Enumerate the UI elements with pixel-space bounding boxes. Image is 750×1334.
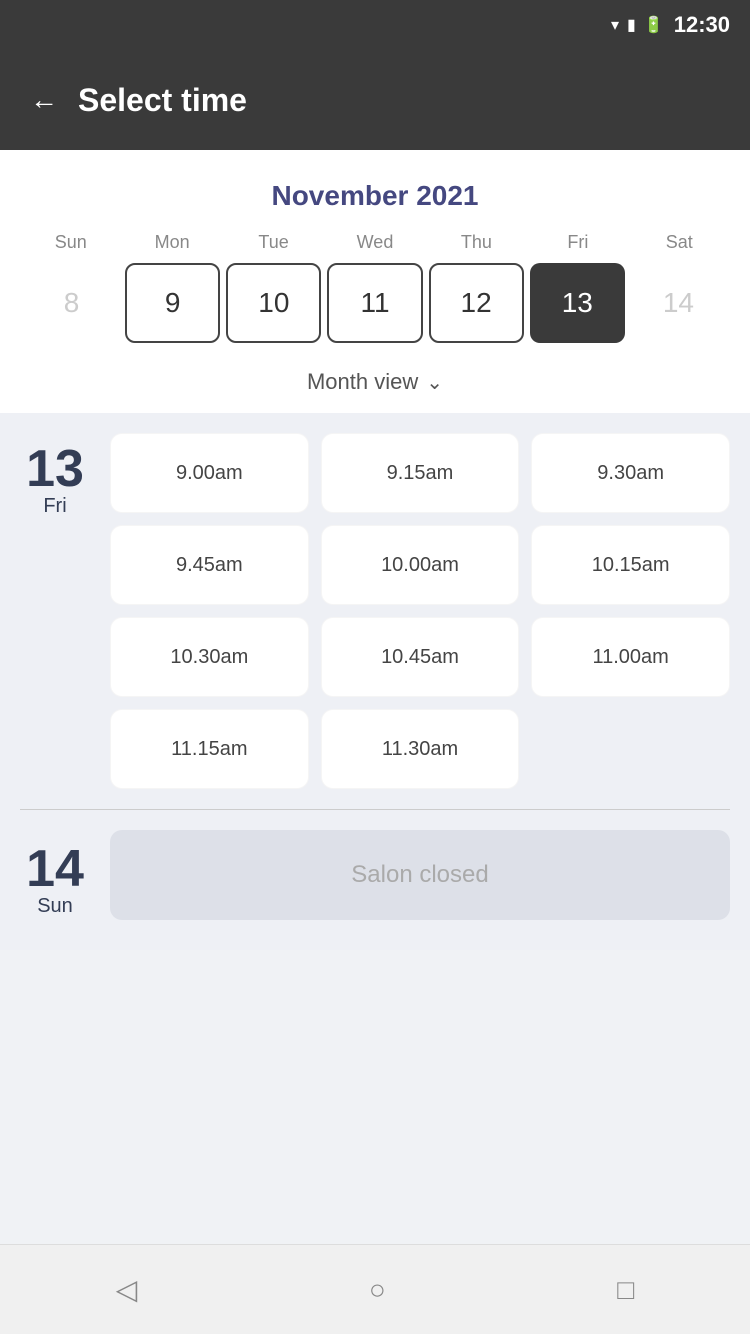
time-slot[interactable]: 11.15am	[110, 709, 309, 789]
date-cell[interactable]: 13	[530, 263, 625, 343]
wifi-icon: ▾	[611, 15, 619, 35]
month-view-toggle[interactable]: Month view ⌄	[20, 359, 730, 413]
time-slot[interactable]: 11.30am	[321, 709, 520, 789]
nav-recent-button[interactable]: □	[617, 1274, 634, 1306]
signal-icon: ▮	[627, 15, 636, 35]
bottom-navigation: ◁ ○ □	[0, 1244, 750, 1334]
status-bar: ▾ ▮ 🔋 12:30	[0, 0, 750, 50]
weekday-label: Mon	[121, 232, 222, 253]
month-year-label: November 2021	[20, 170, 730, 232]
weekday-label: Wed	[324, 232, 425, 253]
weekday-label: Sat	[629, 232, 730, 253]
day-label: 14Sun	[20, 833, 90, 918]
weekday-label: Fri	[527, 232, 628, 253]
date-cell[interactable]: 14	[631, 263, 726, 343]
calendar-section: November 2021 SunMonTueWedThuFriSat 8910…	[0, 150, 750, 413]
time-slot[interactable]: 9.15am	[321, 433, 520, 513]
time-slot[interactable]: 10.45am	[321, 617, 520, 697]
time-slot[interactable]: 9.30am	[531, 433, 730, 513]
day-section: 14Sun Salon closed	[20, 830, 730, 920]
date-cell[interactable]: 12	[429, 263, 524, 343]
date-cell[interactable]: 9	[125, 263, 220, 343]
time-slots-section: 13Fri 9.00am9.15am9.30am 9.45am10.00am10.1…	[0, 413, 750, 950]
day-name: Fri	[43, 495, 66, 518]
time-slot[interactable]: 10.15am	[531, 525, 730, 605]
day-section: 13Fri 9.00am9.15am9.30am 9.45am10.00am10.1…	[20, 433, 730, 789]
salon-closed-label: Salon closed	[110, 830, 730, 920]
day-number: 14	[26, 843, 84, 895]
time-slot[interactable]: 9.45am	[110, 525, 309, 605]
weekday-label: Sun	[20, 232, 121, 253]
month-view-label: Month view	[307, 369, 418, 395]
status-icons: ▾ ▮ 🔋	[611, 15, 664, 35]
time-slot[interactable]: 10.00am	[321, 525, 520, 605]
section-divider	[20, 809, 730, 810]
time-slot[interactable]: 11.00am	[531, 617, 730, 697]
back-button[interactable]: ←	[30, 84, 58, 116]
weekday-row: SunMonTueWedThuFriSat	[20, 232, 730, 253]
battery-icon: 🔋	[644, 15, 664, 35]
weekday-label: Thu	[426, 232, 527, 253]
time-slot[interactable]: 10.30am	[110, 617, 309, 697]
time-slot[interactable]: 9.00am	[110, 433, 309, 513]
chevron-down-icon: ⌄	[426, 370, 443, 395]
page-title: Select time	[78, 82, 247, 119]
date-cell[interactable]: 10	[226, 263, 321, 343]
nav-home-button[interactable]: ○	[369, 1274, 386, 1306]
status-time: 12:30	[674, 12, 730, 38]
date-cell[interactable]: 11	[327, 263, 422, 343]
weekday-label: Tue	[223, 232, 324, 253]
nav-back-button[interactable]: ◁	[116, 1273, 138, 1306]
slots-grid: 9.00am9.15am9.30am9.45am10.00am10.15am10…	[110, 433, 730, 789]
app-header: ← Select time	[0, 50, 750, 150]
day-label: 13Fri	[20, 433, 90, 789]
date-cell[interactable]: 8	[24, 263, 119, 343]
day-name: Sun	[37, 895, 73, 918]
dates-row: 891011121314	[20, 263, 730, 343]
day-number: 13	[26, 443, 84, 495]
